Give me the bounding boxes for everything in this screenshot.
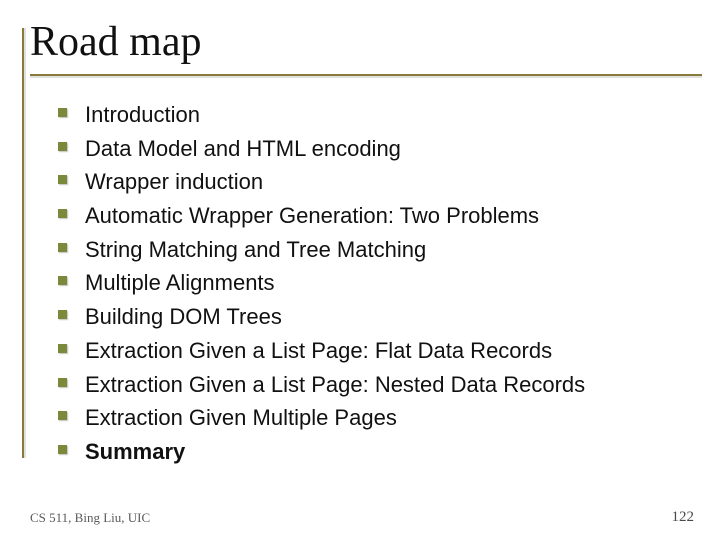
page-number: 122 [672,509,695,526]
list-item: Extraction Given Multiple Pages [58,403,690,433]
list-item: String Matching and Tree Matching [58,235,690,265]
square-bullet-icon [58,108,67,117]
square-bullet-icon [58,344,67,353]
square-bullet-icon [58,310,67,319]
list-item-text: Multiple Alignments [85,268,275,298]
list-item-text: Wrapper induction [85,167,263,197]
square-bullet-icon [58,411,67,420]
list-item: Introduction [58,100,690,130]
title-block: Road map [0,0,720,76]
square-bullet-icon [58,209,67,218]
square-bullet-icon [58,276,67,285]
list-item-text: Extraction Given Multiple Pages [85,403,397,433]
slide: Road map Introduction Data Model and HTML… [0,0,720,540]
list-item: Automatic Wrapper Generation: Two Proble… [58,201,690,231]
vertical-rule [22,28,24,458]
list-item-text: Extraction Given a List Page: Nested Dat… [85,370,585,400]
square-bullet-icon [58,378,67,387]
square-bullet-icon [58,142,67,151]
list-item: Data Model and HTML encoding [58,134,690,164]
list-item-text: String Matching and Tree Matching [85,235,426,265]
list-item: Extraction Given a List Page: Flat Data … [58,336,690,366]
list-item-text: Introduction [85,100,200,130]
list-item: Wrapper induction [58,167,690,197]
list-item: Building DOM Trees [58,302,690,332]
square-bullet-icon [58,445,67,454]
square-bullet-icon [58,175,67,184]
list-item-text: Building DOM Trees [85,302,282,332]
list-item-text: Extraction Given a List Page: Flat Data … [85,336,552,366]
list-item: Summary [58,437,690,467]
list-item-text: Summary [85,437,185,467]
list-item: Extraction Given a List Page: Nested Dat… [58,370,690,400]
bullet-list: Introduction Data Model and HTML encoding… [0,76,720,467]
list-item-text: Automatic Wrapper Generation: Two Proble… [85,201,539,231]
list-item: Multiple Alignments [58,268,690,298]
footer-text: CS 511, Bing Liu, UIC [30,510,150,526]
list-item-text: Data Model and HTML encoding [85,134,401,164]
square-bullet-icon [58,243,67,252]
slide-title: Road map [30,18,207,72]
